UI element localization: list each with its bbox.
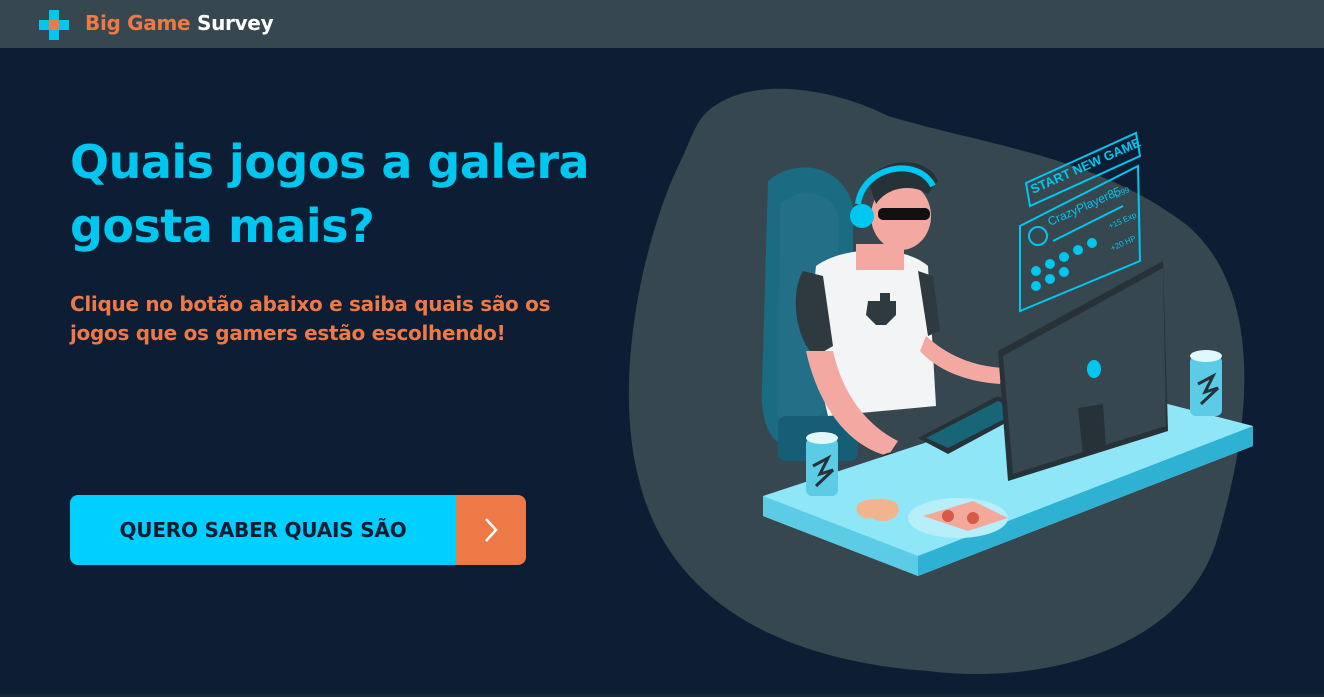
gamer-illustration: START NEW GAME CrazyPlayer85 L.99 +15 Ex… (628, 88, 1253, 675)
gamepad-cross-icon[interactable] (38, 9, 70, 41)
navbar: Big Game Survey (0, 0, 1324, 48)
brand-part1: Big Game (85, 11, 191, 35)
cta-button[interactable]: QUERO SABER QUAIS SÃO (70, 495, 526, 565)
hero-subtitle: Clique no botão abaixo e saiba quais são… (70, 292, 551, 345)
brand-logo-text[interactable]: Big Game Survey (85, 11, 274, 35)
energy-can-right (1190, 356, 1222, 416)
hero-title: Quais jogos a galera gosta mais? (70, 135, 590, 253)
cta-arrow (456, 495, 526, 565)
brand-part2: Survey (196, 11, 274, 35)
cta-button-label: QUERO SABER QUAIS SÃO (70, 495, 456, 565)
chevron-right-icon (485, 518, 498, 542)
